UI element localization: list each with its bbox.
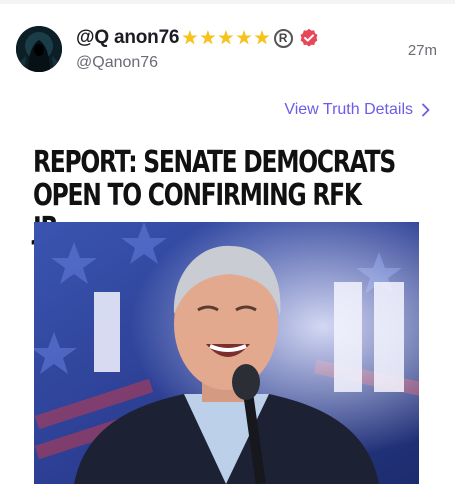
speaker-photo-image (34, 222, 419, 484)
star-icon: ★ (235, 27, 253, 49)
chevron-right-icon (422, 103, 430, 117)
headline-line-1: REPORT: SENATE DEMOCRATS (33, 145, 396, 180)
verified-badge-icon (300, 28, 317, 47)
star-icon: ★ (199, 27, 217, 49)
star-icon: ★ (253, 27, 271, 49)
hooded-figure-avatar-icon (16, 26, 62, 72)
star-icon: ★ (181, 27, 199, 49)
article-photo[interactable] (34, 222, 419, 484)
view-truth-details-link[interactable]: View Truth Details (284, 101, 431, 119)
avatar[interactable] (16, 26, 62, 72)
star-badges: ★ ★ ★ ★ ★ (181, 29, 271, 48)
star-icon: ★ (217, 27, 235, 49)
user-handle[interactable]: @Qanon76 (76, 54, 158, 72)
post-timestamp: 27m (407, 42, 437, 59)
user-name-row: @Q anon76 ★ ★ ★ ★ ★ R (76, 24, 319, 52)
registered-mark-icon: R (273, 28, 293, 48)
details-link-label: View Truth Details (284, 101, 413, 118)
top-divider (0, 0, 455, 4)
display-name[interactable]: @Q anon76 (76, 27, 180, 49)
